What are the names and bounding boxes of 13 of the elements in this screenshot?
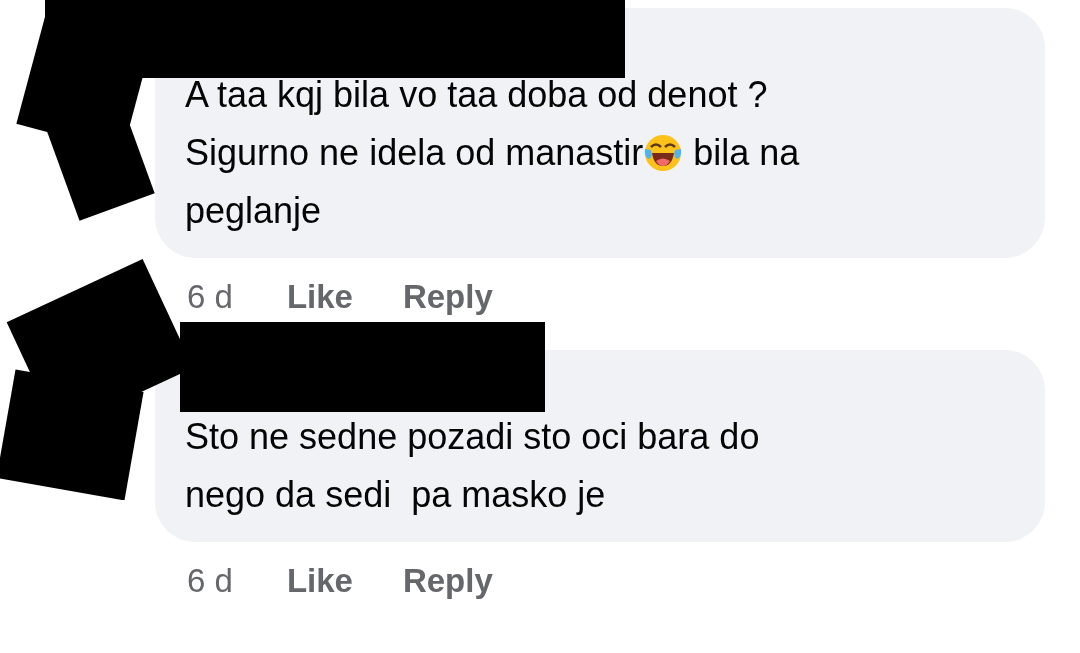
comment-action-link[interactable]: Like (286, 562, 353, 600)
comment-text: nego da sedi pa masko je (185, 474, 606, 516)
comment-action-link[interactable]: Reply (402, 562, 493, 600)
laughing-face-icon (643, 133, 684, 173)
comment-text: A taa kqj bila vo taa doba od denot ? (185, 74, 768, 116)
comment-action-link[interactable]: Like (286, 278, 353, 316)
comment-text: Sto ne sedne pozadi sto oci bara do (185, 416, 760, 458)
comment-time: 6 d (187, 562, 233, 600)
comment-time: 6 d (187, 278, 233, 316)
comment-text: bila na (692, 132, 800, 174)
comment-text: Sigurno ne idela od manastir (185, 132, 644, 174)
comment-action-link[interactable]: Reply (402, 278, 493, 316)
comment-text: peglanje (185, 190, 322, 232)
